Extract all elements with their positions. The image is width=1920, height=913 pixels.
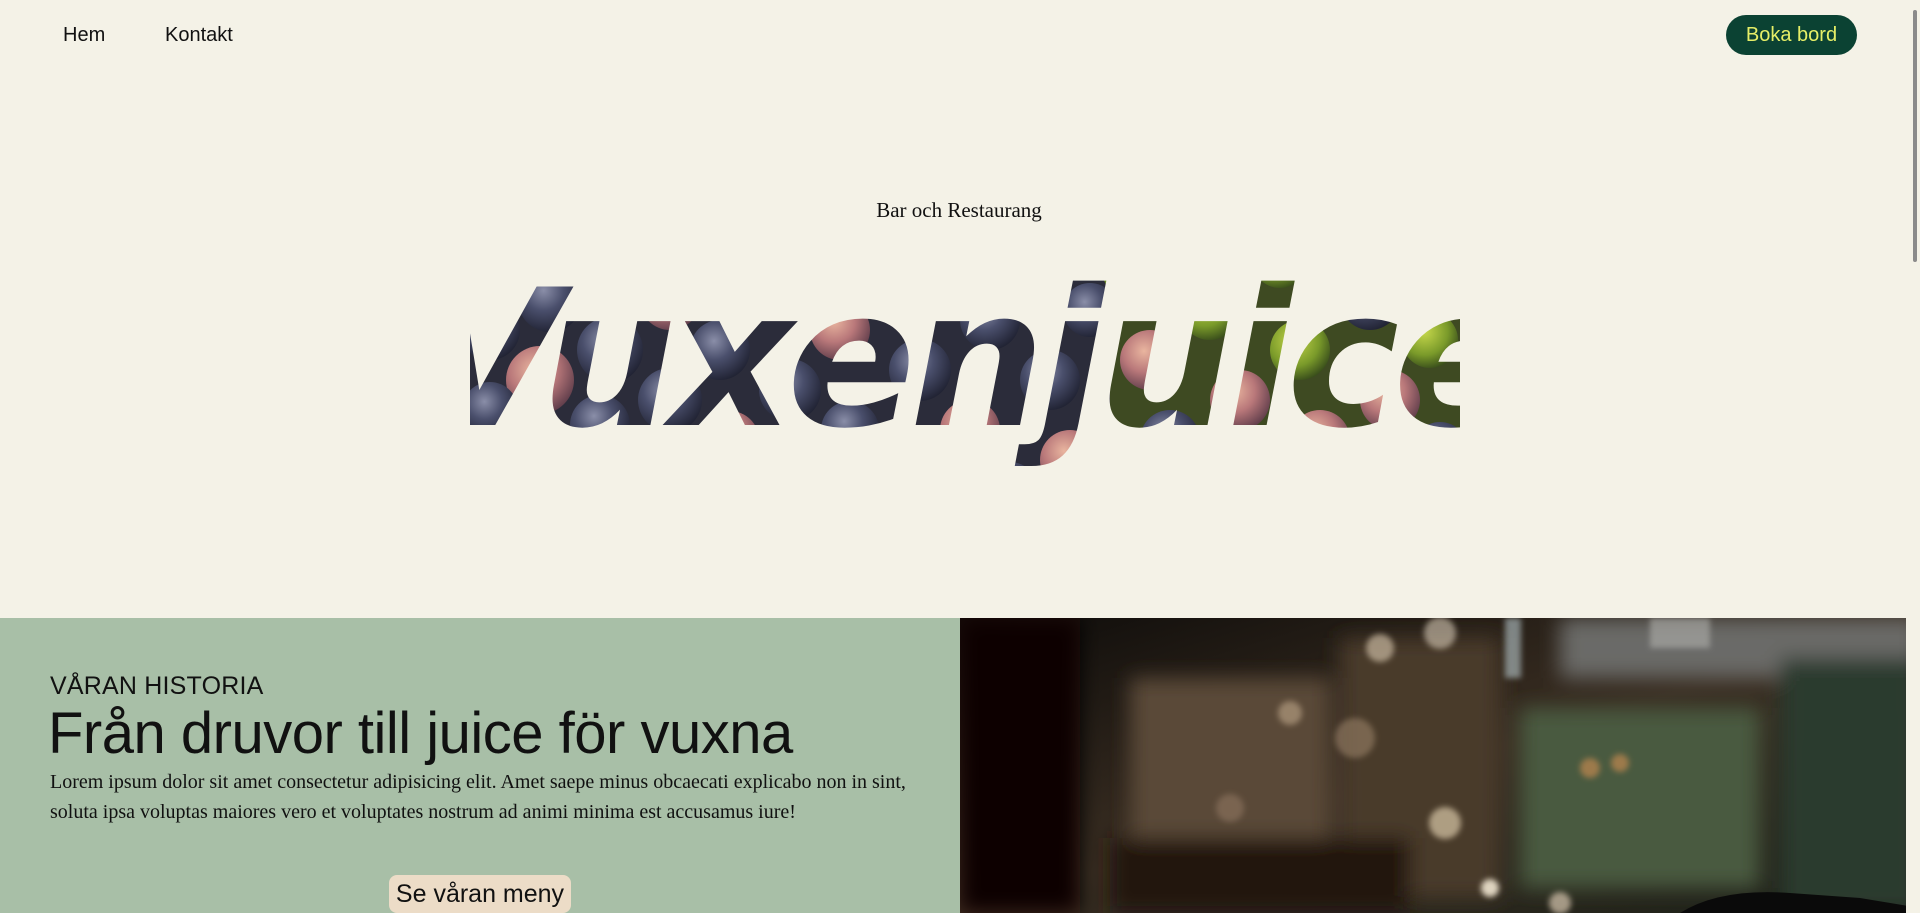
brand-logo-wordmark: Vuxenjuice [470,249,1460,470]
story-body-text: Lorem ipsum dolor sit amet consectetur a… [50,771,906,823]
nav-link-contact[interactable]: Kontakt [165,24,233,47]
page-scrollbar[interactable] [1906,0,1920,913]
brand-logo-text: Vuxenjuice [470,249,1460,470]
scrollbar-thumb[interactable] [1913,10,1917,262]
story-heading: Från druvor till juice för vuxna [48,701,793,766]
top-navigation: Hem Kontakt Boka bord [0,0,1920,72]
story-eyebrow: VÅRAN HISTORIA [50,672,264,700]
bar-photo [960,618,1920,913]
book-table-button[interactable]: Boka bord [1726,15,1857,55]
see-menu-button[interactable]: Se våran meny [389,875,571,913]
page: Hem Kontakt Boka bord Bar och Restaurang [0,0,1920,913]
bar-bokeh-photo-image [960,618,1920,913]
nav-link-home[interactable]: Hem [63,24,105,47]
